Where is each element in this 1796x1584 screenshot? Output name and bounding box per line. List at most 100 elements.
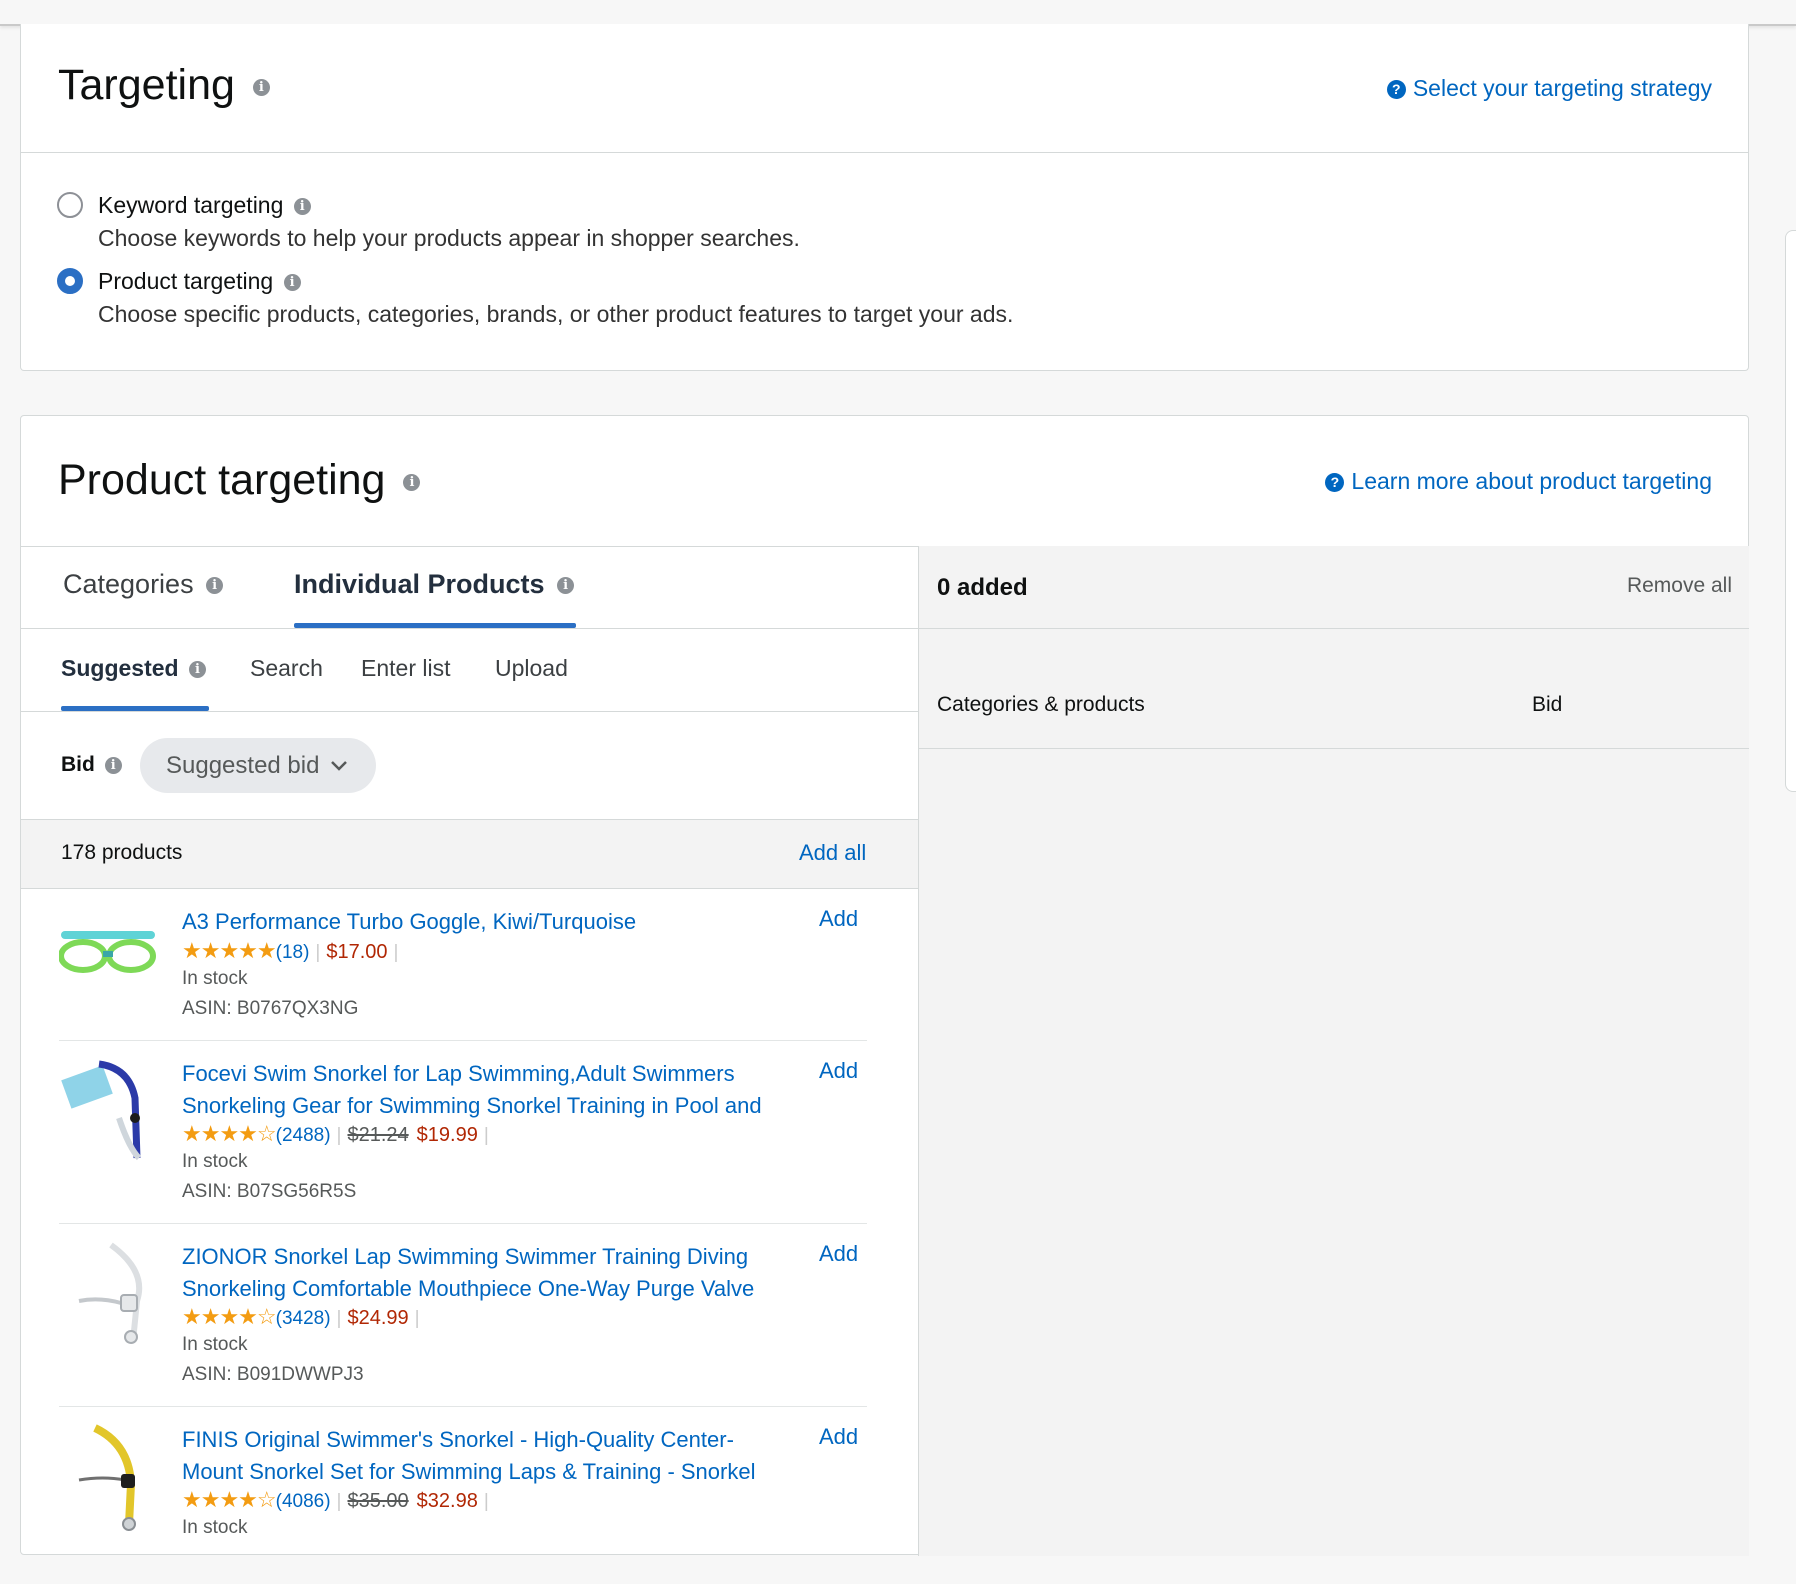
product-stock: In stock xyxy=(182,1517,248,1538)
product-rating: ★★★★★(18) | $17.00 | xyxy=(182,938,404,964)
product-targeting-card: Product targeting i ? Learn more about pr… xyxy=(20,415,1749,1556)
keyword-targeting-radio[interactable] xyxy=(57,192,83,218)
info-icon[interactable]: i xyxy=(104,756,122,774)
separator: | xyxy=(336,1308,342,1329)
review-count[interactable]: (4086) xyxy=(276,1491,331,1512)
product-image xyxy=(78,1424,136,1531)
list-item: ZIONOR Snorkel Lap Swimming Swimmer Trai… xyxy=(59,1241,867,1411)
divider xyxy=(21,711,918,712)
product-asin: ASIN: B091DWWPJ3 xyxy=(182,1364,364,1385)
suggested-bid-dropdown[interactable]: Suggested bid xyxy=(140,738,376,793)
subtab-upload[interactable]: Upload xyxy=(495,655,568,682)
learn-more-link-label: Learn more about product targeting xyxy=(1351,468,1712,494)
products-count: 178 products xyxy=(61,841,183,864)
separator: | xyxy=(483,1125,489,1146)
divider xyxy=(919,628,1749,629)
targeting-card: Targeting i ? Select your targeting strat… xyxy=(20,24,1749,371)
subtab-enter-list[interactable]: Enter list xyxy=(361,655,450,682)
product-price: $17.00 xyxy=(326,941,388,963)
section-title: Product targeting i xyxy=(58,456,421,505)
keyword-targeting-label[interactable]: Keyword targeting i xyxy=(98,192,311,219)
info-icon[interactable]: i xyxy=(283,274,301,292)
divider xyxy=(21,888,918,889)
product-rating: ★★★★☆(4086) | $35.00 $32.98 | xyxy=(182,1487,495,1513)
added-count: 0 added xyxy=(937,574,1028,601)
divider xyxy=(59,1040,867,1041)
list-item: Focevi Swim Snorkel for Lap Swimming,Adu… xyxy=(59,1058,867,1228)
info-icon[interactable]: i xyxy=(557,577,575,595)
add-button[interactable]: Add xyxy=(819,906,858,932)
tab-categories[interactable]: Categories i xyxy=(63,569,224,600)
product-asin: ASIN: B0767QX3NG xyxy=(182,998,359,1019)
divider xyxy=(59,1223,867,1224)
product-title[interactable]: Focevi Swim Snorkel for Lap Swimming,Adu… xyxy=(182,1058,772,1122)
separator: | xyxy=(315,942,321,963)
keyword-targeting-desc: Choose keywords to help your products ap… xyxy=(98,225,800,251)
divider xyxy=(21,628,918,629)
info-icon[interactable]: i xyxy=(206,577,224,595)
chevron-down-icon xyxy=(331,761,347,771)
info-icon[interactable]: i xyxy=(252,79,270,97)
product-title[interactable]: A3 Performance Turbo Goggle, Kiwi/Turquo… xyxy=(182,906,772,938)
product-targeting-label[interactable]: Product targeting i xyxy=(98,268,301,295)
column-bid: Bid xyxy=(1532,693,1563,716)
column-categories-products: Categories & products xyxy=(937,693,1145,716)
tab-categories-label: Categories xyxy=(63,569,194,599)
info-icon[interactable]: i xyxy=(188,661,206,679)
add-button[interactable]: Add xyxy=(819,1241,858,1267)
bid-label-text: Bid xyxy=(61,753,95,776)
side-panel-edge xyxy=(1785,230,1796,792)
page-title: Targeting i xyxy=(58,61,270,110)
product-targeting-desc: Choose specific products, categories, br… xyxy=(98,301,1014,327)
top-bar xyxy=(0,0,1796,26)
subtab-suggested-label: Suggested xyxy=(61,655,179,681)
product-targeting-header: Product targeting i ? Learn more about pr… xyxy=(21,416,1748,547)
product-stock: In stock xyxy=(182,968,248,989)
targeting-strategy-link-label: Select your targeting strategy xyxy=(1412,75,1712,101)
product-title[interactable]: ZIONOR Snorkel Lap Swimming Swimmer Trai… xyxy=(182,1241,772,1305)
review-count[interactable]: (2488) xyxy=(276,1125,331,1146)
info-icon[interactable]: i xyxy=(293,198,311,216)
list-item: FINIS Original Swimmer's Snorkel - High-… xyxy=(59,1424,867,1584)
star-rating-icon: ★★★★☆ xyxy=(182,1487,277,1512)
subtab-search[interactable]: Search xyxy=(250,655,323,682)
add-button[interactable]: Add xyxy=(819,1058,858,1084)
product-title[interactable]: FINIS Original Swimmer's Snorkel - High-… xyxy=(182,1424,772,1488)
star-rating-icon: ★★★★☆ xyxy=(182,1121,277,1146)
targeting-title-text: Targeting xyxy=(58,61,235,109)
product-targeting-label-text: Product targeting xyxy=(98,268,274,294)
tab-individual-products[interactable]: Individual Products i xyxy=(294,569,575,600)
products-count-row: 178 products Add all xyxy=(21,820,918,888)
product-price: $19.99 xyxy=(416,1124,478,1146)
targeting-strategy-link[interactable]: ? Select your targeting strategy xyxy=(1386,75,1712,102)
separator: | xyxy=(336,1125,342,1146)
review-count[interactable]: (3428) xyxy=(276,1308,331,1329)
bid-label: Bid i xyxy=(61,753,122,777)
help-icon: ? xyxy=(1325,473,1345,492)
product-rating: ★★★★☆(2488) | $21.24 $19.99 | xyxy=(182,1121,495,1147)
review-count[interactable]: (18) xyxy=(276,942,310,963)
separator: | xyxy=(336,1491,342,1512)
add-button[interactable]: Add xyxy=(819,1424,858,1450)
star-rating-icon: ★★★★☆ xyxy=(182,1304,277,1329)
product-stock: In stock xyxy=(182,1334,248,1355)
separator: | xyxy=(393,942,399,963)
info-icon[interactable]: i xyxy=(403,474,421,492)
add-all-button[interactable]: Add all xyxy=(799,840,866,866)
targeting-header: Targeting i ? Select your targeting strat… xyxy=(21,24,1748,153)
separator: | xyxy=(483,1491,489,1512)
product-stock: In stock xyxy=(182,1151,248,1172)
list-price: $35.00 xyxy=(347,1490,409,1512)
product-price: $24.99 xyxy=(347,1307,409,1329)
divider xyxy=(919,748,1749,749)
product-targeting-radio[interactable] xyxy=(57,268,83,294)
remove-all-button[interactable]: Remove all xyxy=(1627,574,1732,598)
suggested-bid-value: Suggested bid xyxy=(166,752,320,779)
product-targeting-title-text: Product targeting xyxy=(58,456,386,504)
keyword-targeting-label-text: Keyword targeting xyxy=(98,192,284,218)
added-panel: 0 added Remove all Categories & products… xyxy=(919,546,1749,1556)
learn-more-link[interactable]: ? Learn more about product targeting xyxy=(1325,468,1712,495)
help-icon: ? xyxy=(1386,80,1406,99)
subtab-suggested[interactable]: Suggested i xyxy=(61,655,206,682)
panel-divider xyxy=(918,546,919,1556)
